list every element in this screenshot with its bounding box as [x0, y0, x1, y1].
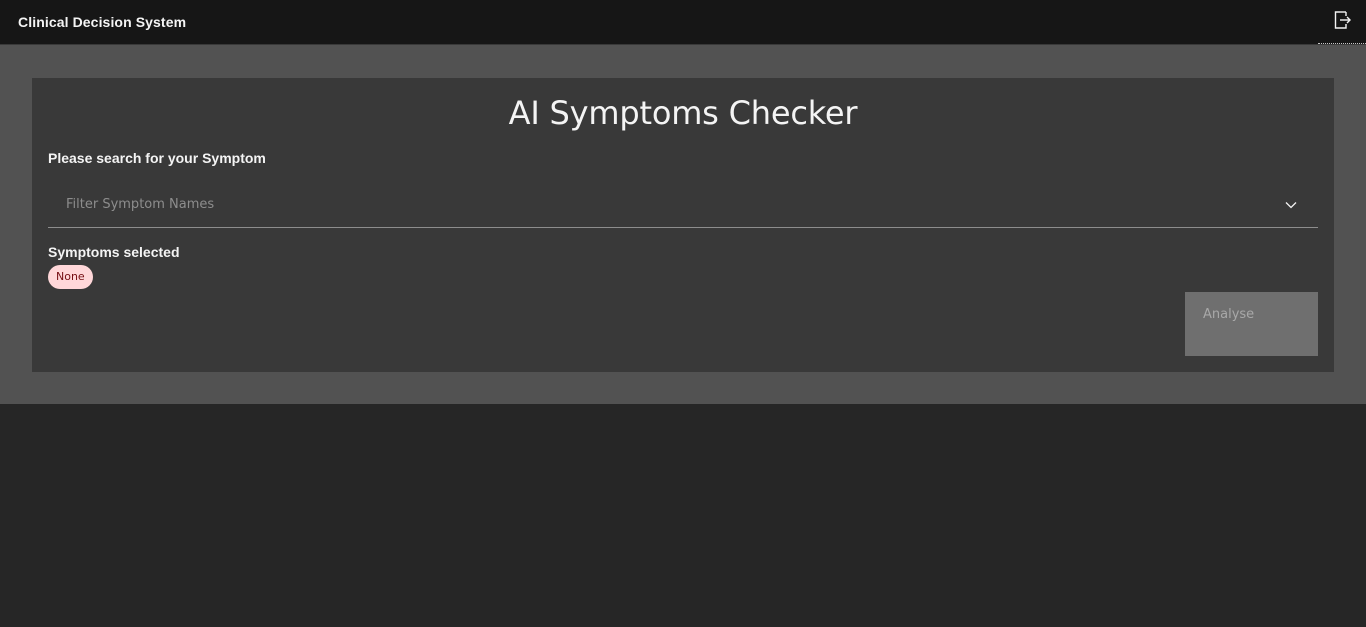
symptom-search-input[interactable]: [48, 182, 1268, 227]
logout-button[interactable]: [1318, 0, 1366, 44]
chevron-down-icon[interactable]: [1284, 198, 1298, 212]
main-section: AI Symptoms Checker Please search for yo…: [0, 45, 1366, 404]
selected-symptom-tag: None: [48, 265, 93, 289]
symptom-checker-card: AI Symptoms Checker Please search for yo…: [32, 78, 1334, 372]
symptom-combobox[interactable]: [48, 182, 1318, 228]
page-title: AI Symptoms Checker: [508, 94, 858, 132]
search-label: Please search for your Symptom: [48, 150, 266, 166]
top-header: Clinical Decision System: [0, 0, 1366, 45]
app-title: Clinical Decision System: [18, 14, 187, 30]
logout-icon: [1334, 10, 1351, 29]
analyse-button[interactable]: Analyse: [1185, 292, 1318, 356]
selected-symptoms-label: Symptoms selected: [48, 244, 180, 260]
